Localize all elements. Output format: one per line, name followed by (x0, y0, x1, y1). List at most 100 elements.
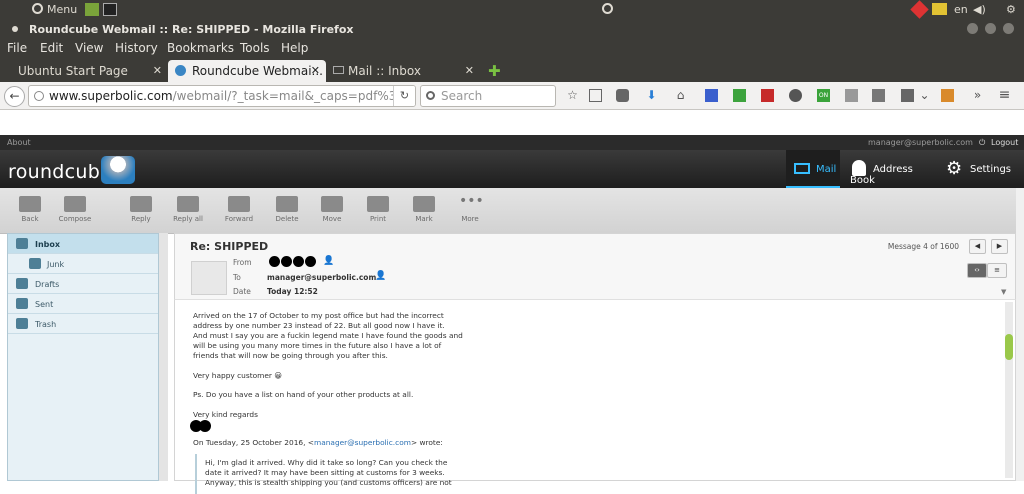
mark-button[interactable]: Mark (404, 192, 444, 223)
alert-icon[interactable] (910, 0, 929, 19)
html-view-toggle[interactable]: ‹› (967, 263, 987, 278)
reply-all-button[interactable]: Reply all (168, 192, 208, 223)
back-button[interactable]: ← (4, 86, 25, 107)
delete-button[interactable]: Delete (267, 192, 307, 223)
home-nav-icon[interactable]: ⌂ (674, 89, 687, 102)
folder-junk[interactable]: Junk (8, 254, 158, 274)
logout-link[interactable]: Logout (991, 138, 1018, 147)
next-message-button[interactable]: ▶ (991, 239, 1008, 254)
body-line: Very happy customer 😀 (193, 371, 282, 380)
nav-mail[interactable]: Mail (786, 150, 840, 188)
close-button[interactable] (1003, 23, 1014, 34)
new-tab-icon[interactable]: ✚ (488, 62, 501, 80)
more-button[interactable]: ••• More (450, 192, 490, 223)
download-icon[interactable]: ⬇ (645, 89, 658, 102)
pane-splitter[interactable] (159, 233, 168, 481)
menu-label[interactable]: Menu (47, 3, 77, 16)
close-tab-icon[interactable]: ✕ (465, 64, 474, 77)
menu-view[interactable]: View (75, 41, 103, 55)
chevron-down-icon[interactable]: ⌄ (918, 89, 931, 102)
power-icon[interactable] (602, 3, 613, 14)
reading-list-icon[interactable] (589, 89, 602, 102)
navigation-toolbar: ← www.superbolic.com/webmail/?_task=mail… (0, 82, 1024, 110)
addon-counter-icon[interactable] (705, 89, 718, 102)
addon-on-icon[interactable]: ON (817, 89, 830, 102)
addon-globe-icon[interactable] (789, 89, 802, 102)
back-arrow-icon (19, 196, 41, 212)
nav-settings[interactable]: ⚙ Settings (946, 150, 1016, 188)
addon-orange-icon[interactable] (941, 89, 954, 102)
display-icon[interactable] (932, 3, 947, 15)
back-button[interactable]: Back (10, 192, 50, 223)
ubuntu-logo-icon[interactable] (32, 3, 43, 14)
nav-address-book[interactable]: Address Book (850, 150, 938, 188)
tab-roundcube[interactable]: Roundcube Webmai... ✕ (168, 60, 326, 82)
message-header: Re: SHIPPED From 👤 To manager@superbolic… (174, 233, 1016, 299)
window-right-scrollbar[interactable] (1016, 188, 1024, 481)
forward-icon (228, 196, 250, 212)
addon-bar-icon[interactable] (901, 89, 914, 102)
menu-bookmarks[interactable]: Bookmarks (167, 41, 234, 55)
add-contact-icon[interactable]: 👤 (375, 271, 386, 281)
junk-icon (29, 258, 41, 269)
scrollbar[interactable] (1005, 302, 1013, 478)
expand-headers-icon[interactable]: ▼ (1001, 288, 1006, 296)
folder-drafts[interactable]: Drafts (8, 274, 158, 294)
menu-help[interactable]: Help (281, 41, 308, 55)
pocket-icon[interactable] (616, 89, 629, 102)
search-box[interactable]: Search (420, 85, 556, 107)
folder-trash[interactable]: Trash (8, 314, 158, 334)
menu-file[interactable]: File (7, 41, 27, 55)
gear-icon[interactable]: ⚙ (1006, 3, 1016, 16)
addon-grey-icon[interactable] (845, 89, 858, 102)
reload-icon[interactable]: ↻ (393, 86, 415, 106)
roundcube-favicon-icon (175, 65, 186, 76)
terminal-icon[interactable] (103, 3, 117, 16)
url-bar[interactable]: www.superbolic.com/webmail/?_task=mail&_… (28, 85, 416, 107)
scrollbar-thumb[interactable] (1005, 334, 1013, 360)
redacted-sender (305, 256, 316, 267)
home-icon[interactable] (85, 3, 99, 16)
tab-mail-inbox[interactable]: Mail :: Inbox ✕ (328, 60, 480, 82)
close-tab-icon[interactable]: ✕ (311, 64, 320, 77)
logout-icon[interactable]: ⏻ (979, 138, 985, 148)
to-address[interactable]: manager@superbolic.com (267, 273, 376, 282)
folder-sent[interactable]: Sent (8, 294, 158, 314)
addon-green-icon[interactable] (733, 89, 746, 102)
tab-ubuntu-start[interactable]: Ubuntu Start Page ✕ (0, 60, 168, 82)
tool-label: Print (369, 215, 387, 223)
print-button[interactable]: Print (358, 192, 398, 223)
hamburger-menu-icon[interactable]: ≡ (998, 88, 1011, 102)
maximize-button[interactable] (985, 23, 996, 34)
about-link[interactable]: About (7, 138, 31, 147)
move-button[interactable]: Move (312, 192, 352, 223)
menu-history[interactable]: History (115, 41, 158, 55)
compose-button[interactable]: Compose (55, 192, 95, 223)
plain-view-toggle[interactable]: ≡ (987, 263, 1007, 278)
menu-tools[interactable]: Tools (240, 41, 270, 55)
forward-button[interactable]: Forward (219, 192, 259, 223)
mail-toolbar: Back Compose Reply Reply all Forward Del… (0, 188, 1024, 234)
folder-label: Drafts (35, 280, 60, 289)
roundcube-logo[interactable]: roundcube (8, 161, 112, 183)
addon-shield-icon[interactable] (761, 89, 774, 102)
prev-message-button[interactable]: ◀ (969, 239, 986, 254)
trash-icon (276, 196, 298, 212)
bookmark-star-icon[interactable]: ☆ (566, 89, 579, 102)
menu-edit[interactable]: Edit (40, 41, 63, 55)
volume-icon[interactable]: ◀) (973, 3, 986, 16)
drafts-pencil-icon (16, 278, 28, 289)
language-indicator[interactable]: en (954, 3, 968, 16)
reply-all-icon (177, 196, 199, 212)
overflow-icon[interactable]: » (971, 89, 984, 102)
reply-email-link[interactable]: manager@superbolic.com (314, 438, 411, 447)
minimize-button[interactable] (967, 23, 978, 34)
close-tab-icon[interactable]: ✕ (153, 64, 162, 77)
add-contact-icon[interactable]: 👤 (323, 256, 334, 266)
addon-puzzle-icon[interactable] (872, 89, 885, 102)
reply-button[interactable]: Reply (121, 192, 161, 223)
body-line: Ps. Do you have a list on hand of your o… (193, 390, 414, 399)
body-line: will be using you many more times in the… (193, 341, 442, 350)
info-icon[interactable] (34, 91, 44, 101)
folder-inbox[interactable]: Inbox (8, 234, 158, 254)
